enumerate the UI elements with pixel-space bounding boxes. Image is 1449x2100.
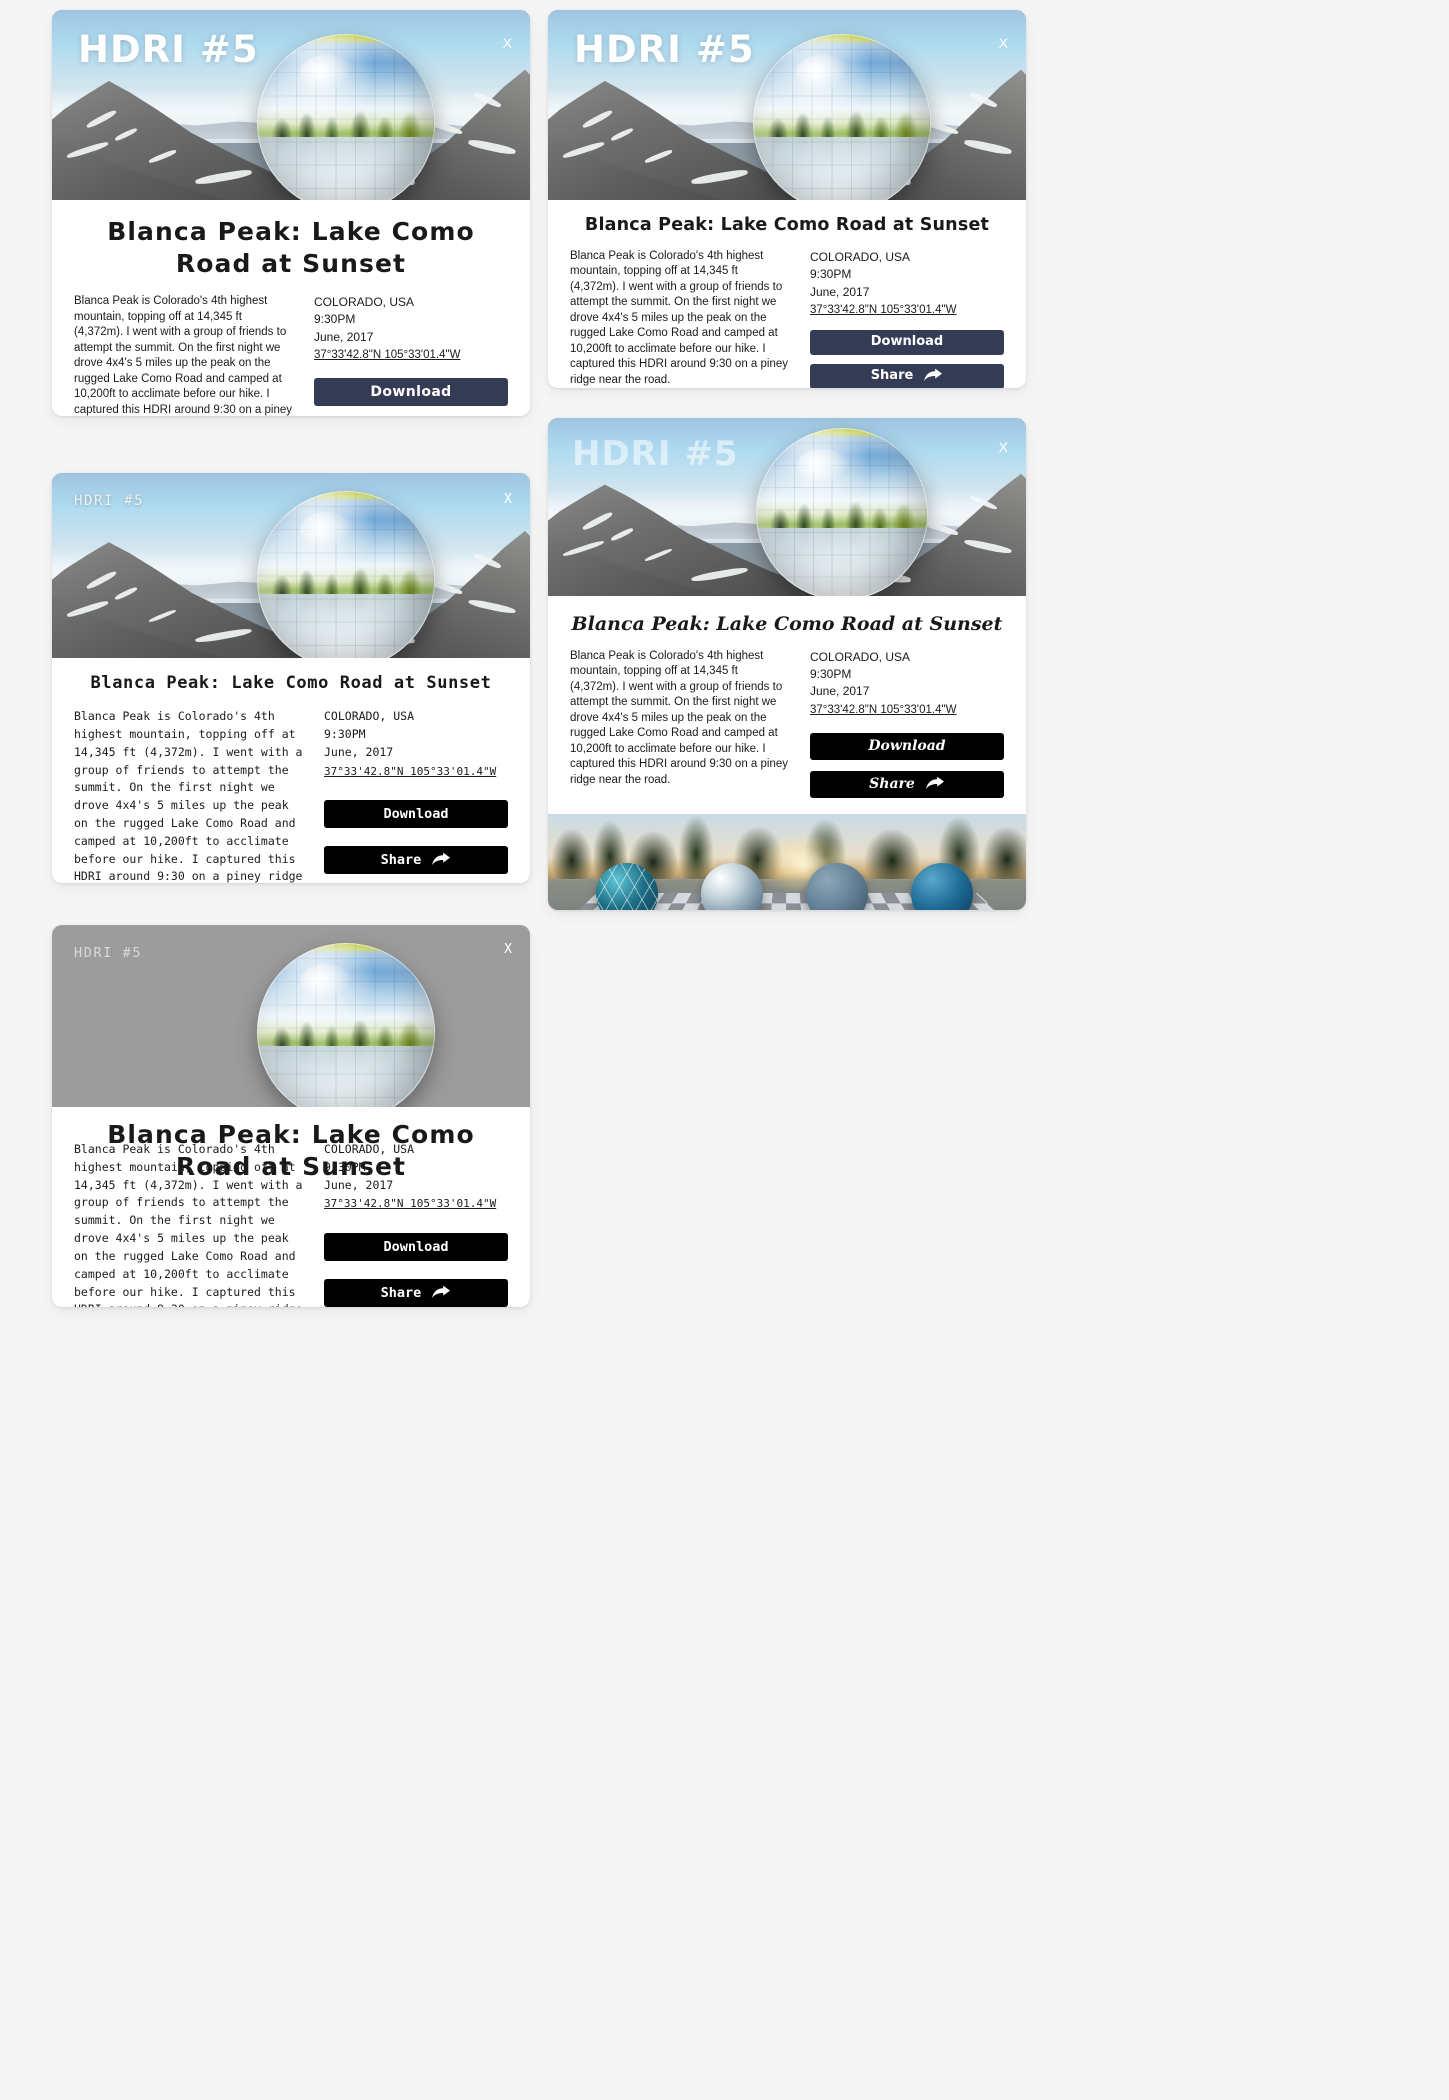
description-text: Blanca Peak is Colorado's 4th highest mo…	[74, 295, 292, 416]
page-title: Blanca Peak: Lake Como Road at Sunset	[107, 217, 475, 278]
close-icon[interactable]: X	[504, 943, 512, 956]
meta-time: 9:30PM	[324, 726, 366, 741]
card-hero-image: HDRI #5 X	[548, 418, 1026, 596]
coordinates-link[interactable]: 37°33'42.8"N 105°33'01.4"W	[810, 302, 956, 319]
chrome-sphere-preview	[257, 943, 435, 1107]
meta-location: COLORADO, USA	[810, 649, 911, 664]
sphere-rim-shading	[257, 943, 435, 1107]
chrome-sphere-preview	[756, 428, 928, 596]
card-hero-image: HDRI #5 X	[52, 925, 530, 1107]
card-hero-image: HDRI #5 X	[52, 473, 530, 658]
meta-date: June, 2017	[314, 329, 374, 344]
coordinates-link[interactable]: 37°33'42.8"N 105°33'01.4"W	[324, 1195, 496, 1212]
card-body: Blanca Peak: Lake Como Road at Sunset Bl…	[52, 200, 530, 416]
page-title: Blanca Peak: Lake Como Road at Sunset	[571, 613, 1003, 635]
download-button[interactable]: Download	[810, 329, 1004, 355]
chrome-sphere-preview	[257, 491, 435, 658]
meta-time: 9:30PM	[810, 667, 852, 682]
hero-label: HDRI #5	[78, 28, 259, 71]
description-text: Blanca Peak is Colorado's 4th highest mo…	[570, 649, 788, 786]
page-title: Blanca Peak: Lake Como Road at Sunset	[90, 673, 492, 693]
card-columns: Blanca Peak is Colorado's 4th highest mo…	[74, 294, 508, 416]
meta-date: June, 2017	[810, 284, 870, 299]
hdri-card-variant-serif-italic[interactable]: HDRI #5 X Blanca Peak: Lake Como Road at…	[548, 418, 1026, 910]
share-button[interactable]: Share	[324, 1279, 508, 1307]
download-button[interactable]: Download	[324, 1233, 508, 1262]
coordinates-link[interactable]: 37°33'42.8"N 105°33'01.4"W	[314, 347, 460, 364]
meta-location: COLORADO, USA	[324, 709, 415, 724]
card-hero-image: HDRI #5 X	[548, 10, 1026, 200]
card-columns: Blanca Peak is Colorado's 4th highest mo…	[74, 708, 508, 883]
coordinates-link[interactable]: 37°33'42.8"N 105°33'01.4"W	[324, 763, 496, 780]
share-button[interactable]: Share	[324, 846, 508, 875]
sphere-rim-shading	[753, 34, 931, 200]
share-arrow-icon	[925, 776, 945, 792]
hero-label: HDRI #5	[574, 28, 755, 71]
chrome-sphere-preview	[753, 34, 931, 200]
description-text: Blanca Peak is Colorado's 4th highest mo…	[570, 249, 788, 386]
share-arrow-icon	[923, 368, 943, 384]
download-button-label: Download	[868, 737, 946, 754]
description-text: Blanca Peak is Colorado's 4th highest mo…	[74, 1142, 303, 1307]
meta-location: COLORADO, USA	[810, 249, 911, 264]
share-arrow-icon	[431, 1285, 451, 1301]
close-icon[interactable]: X	[999, 36, 1008, 50]
card-columns: Blanca Peak is Colorado's 4th highest mo…	[570, 249, 1004, 388]
meta-time: 9:30PM	[810, 267, 852, 282]
hdri-card-variant-mixed-overlap[interactable]: HDRI #5 X Blanca Peak: Lake Como Road at…	[52, 925, 530, 1307]
metadata-column: COLORADO, USA 9:30PM June, 2017 37°33'42…	[324, 1141, 508, 1307]
download-button-label: Download	[870, 333, 944, 349]
hero-label: HDRI #5	[74, 945, 143, 961]
metadata-column: COLORADO, USA 9:30PM June, 2017 37°33'42…	[324, 708, 508, 883]
download-button-label: Download	[383, 1238, 449, 1255]
card-body: Blanca Peak: Lake Como Road at Sunset Bl…	[548, 596, 1026, 814]
share-button-label: Share	[380, 1284, 422, 1301]
share-button-label: Share	[870, 367, 914, 383]
close-icon[interactable]: X	[504, 493, 512, 506]
download-button-label: Download	[370, 383, 452, 400]
close-icon[interactable]: X	[999, 440, 1008, 454]
share-button-label: Share	[869, 775, 915, 792]
page-title: Blanca Peak: Lake Como Road at Sunset	[584, 215, 990, 235]
meta-time: 9:30PM	[314, 312, 356, 327]
material-preview-strip	[548, 813, 1026, 910]
hdri-card-variant-navy-display[interactable]: HDRI #5 X Blanca Peak: Lake Como Road at…	[52, 10, 530, 416]
meta-date: June, 2017	[324, 744, 394, 759]
share-button-label: Share	[380, 851, 422, 868]
metadata-column: COLORADO, USA 9:30PM June, 2017 37°33'42…	[810, 249, 1004, 388]
description-text: Blanca Peak is Colorado's 4th highest mo…	[74, 709, 303, 883]
coordinates-link[interactable]: 37°33'42.8"N 105°33'01.4"W	[810, 702, 956, 719]
card-hero-image: HDRI #5 X	[52, 10, 530, 200]
meta-date: June, 2017	[810, 684, 870, 699]
card-body: Blanca Peak: Lake Como Road at Sunset Bl…	[52, 658, 530, 883]
card-columns: Blanca Peak is Colorado's 4th highest mo…	[74, 1141, 508, 1307]
download-button[interactable]: Download	[324, 800, 508, 829]
metadata-column: COLORADO, USA 9:30PM June, 2017 37°33'42…	[810, 649, 1004, 798]
share-button[interactable]: Share	[810, 770, 1004, 798]
meta-location: COLORADO, USA	[324, 1142, 415, 1156]
sphere-rim-shading	[257, 34, 435, 200]
hdri-card-variant-navy-compact[interactable]: HDRI #5 X Blanca Peak: Lake Como Road at…	[548, 10, 1026, 388]
card-body: Blanca Peak: Lake Como Road at Sunset Bl…	[52, 1107, 530, 1307]
download-button[interactable]: Download	[314, 377, 508, 406]
meta-location: COLORADO, USA	[314, 295, 415, 309]
hdri-card-variant-monospace[interactable]: HDRI #5 X Blanca Peak: Lake Como Road at…	[52, 473, 530, 883]
download-button-label: Download	[383, 805, 449, 822]
download-button[interactable]: Download	[810, 732, 1004, 760]
share-button[interactable]: Share	[810, 363, 1004, 388]
sphere-rim-shading	[257, 491, 435, 658]
sphere-rim-shading	[756, 428, 928, 596]
close-icon[interactable]: X	[503, 36, 512, 50]
card-body: Blanca Peak: Lake Como Road at Sunset Bl…	[548, 200, 1026, 388]
share-arrow-icon	[431, 852, 451, 868]
meta-time: 9:30PM	[324, 1159, 366, 1174]
chrome-sphere-preview	[257, 34, 435, 200]
page-canvas: HDRI #5 X Blanca Peak: Lake Como Road at…	[0, 0, 1449, 2100]
meta-date: June, 2017	[324, 1177, 394, 1192]
metadata-column: COLORADO, USA 9:30PM June, 2017 37°33'42…	[314, 294, 508, 416]
hero-label: HDRI #5	[572, 434, 739, 474]
hero-label: HDRI #5	[74, 493, 145, 509]
card-columns: Blanca Peak is Colorado's 4th highest mo…	[570, 649, 1004, 798]
